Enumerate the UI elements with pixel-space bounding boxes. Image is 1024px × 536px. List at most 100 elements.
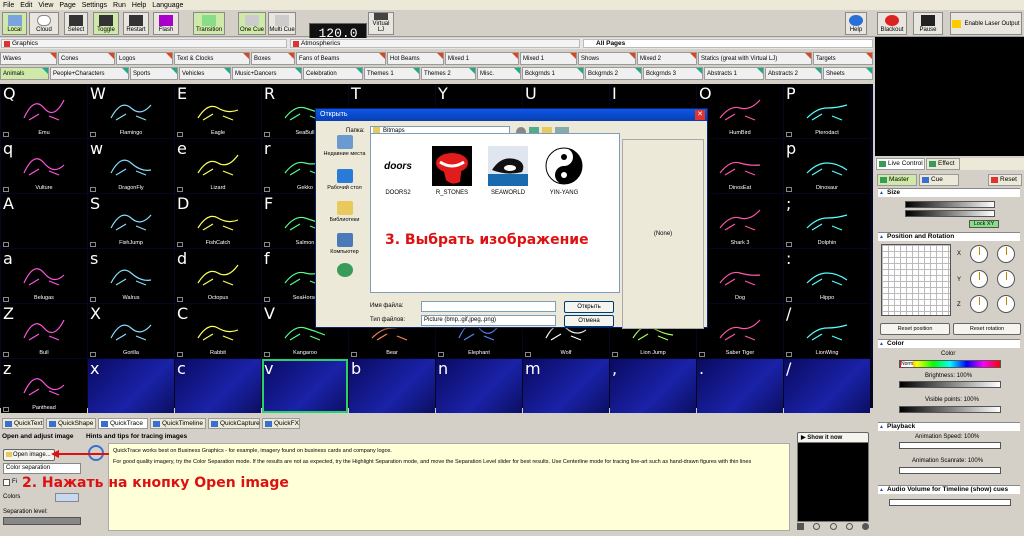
audio-section-header[interactable]: Audio Volume for Timeline (show) cues xyxy=(878,485,1020,494)
zoom-out-icon[interactable] xyxy=(829,523,837,530)
cue-cell[interactable]: z Panthead xyxy=(1,359,87,413)
enable-laser-output-button[interactable]: Enable Laser Output xyxy=(950,12,1022,35)
color-slider[interactable]: Norm xyxy=(899,360,1001,368)
flash-button[interactable]: Flash xyxy=(153,12,179,35)
pause-button[interactable]: Pause xyxy=(913,12,943,35)
filetype-select[interactable]: Picture (bmp,.gif,jpeg,.png) xyxy=(421,315,556,326)
cue-cell[interactable]: x xyxy=(88,359,174,413)
local-button[interactable]: Local xyxy=(2,12,27,35)
animation-scanrate-slider[interactable] xyxy=(899,467,1001,474)
cue-cell[interactable]: W Flamingo xyxy=(88,84,174,138)
rotate-z-knob-2[interactable] xyxy=(997,295,1015,313)
size-section-header[interactable]: Size xyxy=(878,188,1020,197)
category-tab[interactable]: Waves xyxy=(0,52,57,65)
category-tab-selected[interactable]: Animals xyxy=(0,67,49,80)
cue-cell[interactable]: e Lizard xyxy=(175,139,261,193)
cue-cell[interactable]: E Eagle xyxy=(175,84,261,138)
cue-cell[interactable]: X Gorilla xyxy=(88,304,174,358)
page-tab-atmospherics[interactable]: Atmospherics xyxy=(290,39,580,48)
cue-settings-icon[interactable] xyxy=(438,352,444,357)
cue-settings-icon[interactable] xyxy=(786,187,792,192)
cue-cell[interactable]: ; Dolphin xyxy=(784,194,870,248)
cue-settings-icon[interactable] xyxy=(264,297,270,302)
rotate-x-knob-2[interactable] xyxy=(997,245,1015,263)
cue-cell[interactable]: p Dinosaur xyxy=(784,139,870,193)
cue-settings-icon[interactable] xyxy=(264,187,270,192)
place-desktop[interactable]: Рабочий стол xyxy=(321,169,368,191)
menu-page[interactable]: Page xyxy=(59,2,75,9)
colors-spinner[interactable] xyxy=(55,493,79,502)
file-yin-yang[interactable]: YIN-YANG xyxy=(539,146,589,196)
cue-cell[interactable]: . xyxy=(697,359,783,413)
cue-settings-icon[interactable] xyxy=(177,242,183,247)
filename-input[interactable] xyxy=(421,301,556,312)
audio-volume-slider[interactable] xyxy=(889,499,1011,506)
fill-checkbox[interactable] xyxy=(3,479,10,486)
cue-settings-icon[interactable] xyxy=(525,352,531,357)
zoom-in-icon[interactable] xyxy=(813,523,821,530)
playback-section-header[interactable]: Playback xyxy=(878,422,1020,431)
menu-view[interactable]: View xyxy=(38,2,53,9)
cue-cell[interactable]: Z Bull xyxy=(1,304,87,358)
cue-settings-icon[interactable] xyxy=(90,242,96,247)
cue-settings-icon[interactable] xyxy=(90,187,96,192)
cue-cell[interactable]: P Pterodact xyxy=(784,84,870,138)
cue-settings-icon[interactable] xyxy=(3,187,9,192)
cue-settings-icon[interactable] xyxy=(177,297,183,302)
size-x-slider[interactable] xyxy=(905,201,995,208)
cue-settings-icon[interactable] xyxy=(264,242,270,247)
cue-cell[interactable]: b xyxy=(349,359,435,413)
menu-file[interactable]: File xyxy=(3,2,14,9)
cue-cell[interactable]: d Octopus xyxy=(175,249,261,303)
size-y-slider[interactable] xyxy=(905,210,995,217)
cue-cell[interactable]: , xyxy=(610,359,696,413)
reset-button[interactable]: Reset xyxy=(988,174,1022,186)
open-image-button[interactable]: Open image... xyxy=(3,449,55,461)
visible-points-slider[interactable] xyxy=(899,406,1001,413)
cloud-button[interactable]: Cloud xyxy=(29,12,59,35)
cue-settings-icon[interactable] xyxy=(786,132,792,137)
category-tab[interactable]: Shows xyxy=(578,52,636,65)
cue-settings-icon[interactable] xyxy=(3,132,9,137)
restart-button[interactable]: Restart xyxy=(123,12,149,35)
cue-cell[interactable]: Q Emu xyxy=(1,84,87,138)
cue-settings-icon[interactable] xyxy=(3,297,9,302)
position-pad[interactable] xyxy=(881,244,951,316)
brightness-slider[interactable] xyxy=(899,381,1001,388)
cue-settings-icon[interactable] xyxy=(3,242,9,247)
page-tab-all-pages[interactable]: All Pages xyxy=(583,39,873,48)
menu-settings[interactable]: Settings xyxy=(82,2,107,9)
cue-settings-icon[interactable] xyxy=(177,187,183,192)
lock-xy-toggle[interactable]: Lock XY xyxy=(969,220,999,228)
blackout-button[interactable]: Blackout xyxy=(877,12,907,35)
cue-settings-icon[interactable] xyxy=(264,352,270,357)
cue-cell[interactable]: n xyxy=(436,359,522,413)
place-computer[interactable]: Компьютер xyxy=(321,233,368,255)
category-tab[interactable]: Fans of Beams xyxy=(296,52,386,65)
tab-quicktrace[interactable]: QuickTrace xyxy=(98,418,148,429)
cue-settings-icon[interactable] xyxy=(90,297,96,302)
cue-settings-icon[interactable] xyxy=(786,352,792,357)
tab-quicktimeline[interactable]: QuickTimeline xyxy=(150,418,206,429)
cue-cell[interactable]: D FishCatch xyxy=(175,194,261,248)
close-icon[interactable]: ✕ xyxy=(695,110,705,120)
cue-cell[interactable]: oDinosEat xyxy=(697,139,783,193)
category-tab[interactable]: Sports xyxy=(130,67,178,80)
category-tab[interactable]: Music+Dancers xyxy=(232,67,302,80)
place-recent[interactable]: Недавние места xyxy=(321,135,368,157)
category-tab[interactable]: Celebration xyxy=(303,67,363,80)
cue-cell[interactable]: m xyxy=(523,359,609,413)
cue-cell[interactable]: / xyxy=(784,359,870,413)
rotate-x-knob[interactable] xyxy=(970,245,988,263)
file-seaworld[interactable]: SEAWORLD xyxy=(483,146,533,196)
cue-cell[interactable]: c xyxy=(175,359,261,413)
category-tab[interactable]: Abstracts 2 xyxy=(765,67,822,80)
category-tab[interactable]: Bckgrnds 3 xyxy=(643,67,703,80)
subtab-cue[interactable]: Cue xyxy=(919,174,959,186)
category-tab[interactable]: Bckgrnds 2 xyxy=(585,67,642,80)
category-tab[interactable]: Mixed 2 xyxy=(637,52,697,65)
cue-cell[interactable]: .Saber Tiger xyxy=(697,304,783,358)
rotate-z-knob[interactable] xyxy=(970,295,988,313)
category-tab[interactable]: People+Characters xyxy=(50,67,129,80)
separation-slider[interactable] xyxy=(3,517,81,525)
